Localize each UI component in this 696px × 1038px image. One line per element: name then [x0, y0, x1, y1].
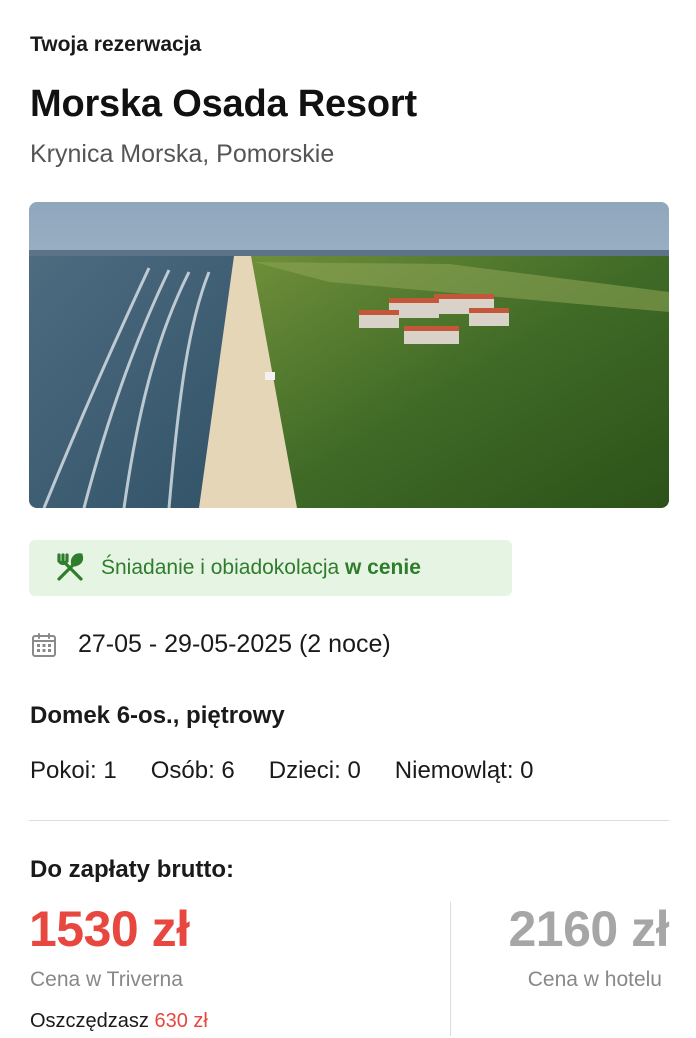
stay-dates: 27-05 - 29-05-2025 (2 noce) [30, 630, 391, 659]
guests-count: Osób: 6 [150, 757, 235, 784]
price-divider [450, 902, 451, 1036]
our-price: 1530 zł [29, 901, 190, 957]
meal-included-badge: Śniadanie i obiadokolacja w cenie [29, 540, 512, 596]
section-divider [29, 820, 669, 821]
our-price-caption: Cena w Triverna [30, 968, 183, 991]
dates-text: 27-05 - 29-05-2025 (2 noce) [78, 630, 391, 658]
room-name: Domek 6-os., piętrowy [30, 702, 285, 729]
hotel-price: 2160 zł [508, 901, 669, 957]
booking-eyebrow: Twoja rezerwacja [30, 33, 202, 56]
hotel-price-caption: Cena w hotelu [527, 968, 662, 991]
occupancy-summary: Pokoi: 1 Osób: 6 Dzieci: 0 Niemowląt: 0 [30, 757, 534, 785]
hotel-location: Krynica Morska, Pomorskie [30, 140, 335, 168]
hotel-photo [29, 202, 669, 508]
meal-highlight: w cenie [345, 556, 421, 579]
savings-amount: 630 zł [154, 1010, 208, 1032]
payment-label: Do zapłaty brutto: [30, 856, 234, 883]
hotel-title: Morska Osada Resort [30, 83, 417, 125]
savings-note: Oszczędzasz 630 zł [30, 1010, 208, 1032]
fork-knife-icon [53, 551, 87, 585]
infants-count: Niemowląt: 0 [394, 757, 534, 784]
children-count: Dzieci: 0 [268, 757, 361, 784]
meal-text: Śniadanie i obiadokolacja w cenie [101, 556, 421, 579]
calendar-icon [30, 631, 58, 659]
rooms-count: Pokoi: 1 [30, 757, 117, 784]
